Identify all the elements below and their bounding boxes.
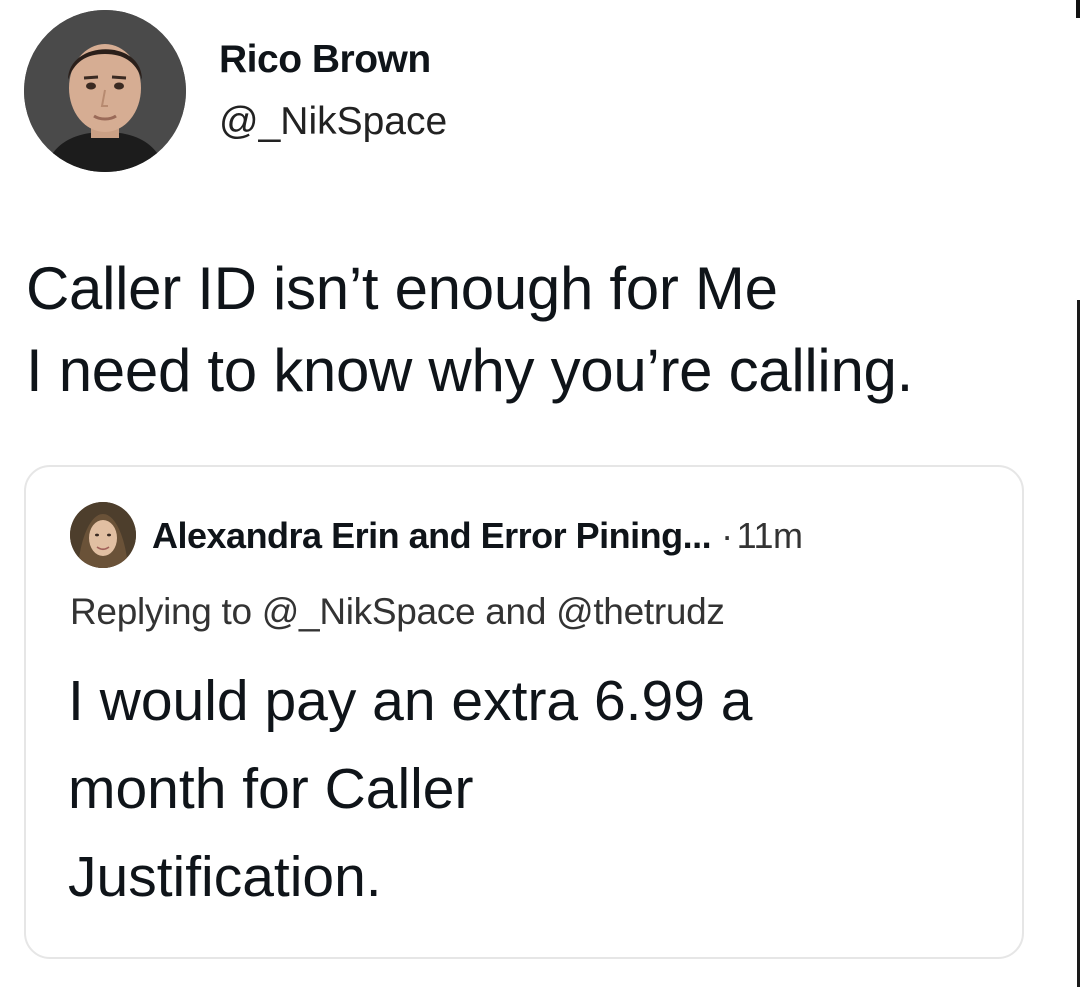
author-avatar[interactable] bbox=[24, 10, 186, 172]
quote-timestamp[interactable]: 11m bbox=[737, 515, 803, 556]
quote-author-avatar[interactable] bbox=[70, 502, 136, 568]
tweet-text-line: I need to know why you’re calling. bbox=[26, 337, 913, 404]
quoted-tweet-card[interactable]: Alexandra Erin and Error Pining... · 11m R… bbox=[24, 465, 1024, 959]
quote-text-line: month for Caller bbox=[68, 757, 474, 821]
replying-to-text: Replying to @_NikSpace and @thetrudz bbox=[70, 591, 725, 632]
user-avatar-photo-icon bbox=[70, 502, 136, 568]
quote-author-name[interactable]: Alexandra Erin and Error Pining... bbox=[152, 515, 712, 556]
quote-header: Alexandra Erin and Error Pining... · 11m bbox=[152, 515, 803, 557]
quote-text-line: I would pay an extra 6.99 a bbox=[68, 669, 753, 733]
quote-body: I would pay an extra 6.99 a month for Ca… bbox=[68, 657, 752, 921]
quote-text-line: Justification. bbox=[68, 845, 382, 909]
screen-edge-mark bbox=[1076, 0, 1080, 18]
separator-dot: · bbox=[721, 515, 733, 556]
tweet-text-line: Caller ID isn’t enough for Me bbox=[26, 255, 778, 322]
tweet-body: Caller ID isn’t enough for Me I need to … bbox=[26, 248, 913, 412]
author-handle[interactable]: @_NikSpace bbox=[219, 100, 447, 144]
user-avatar-photo-icon bbox=[24, 10, 186, 172]
author-display-name[interactable]: Rico Brown bbox=[219, 38, 431, 82]
